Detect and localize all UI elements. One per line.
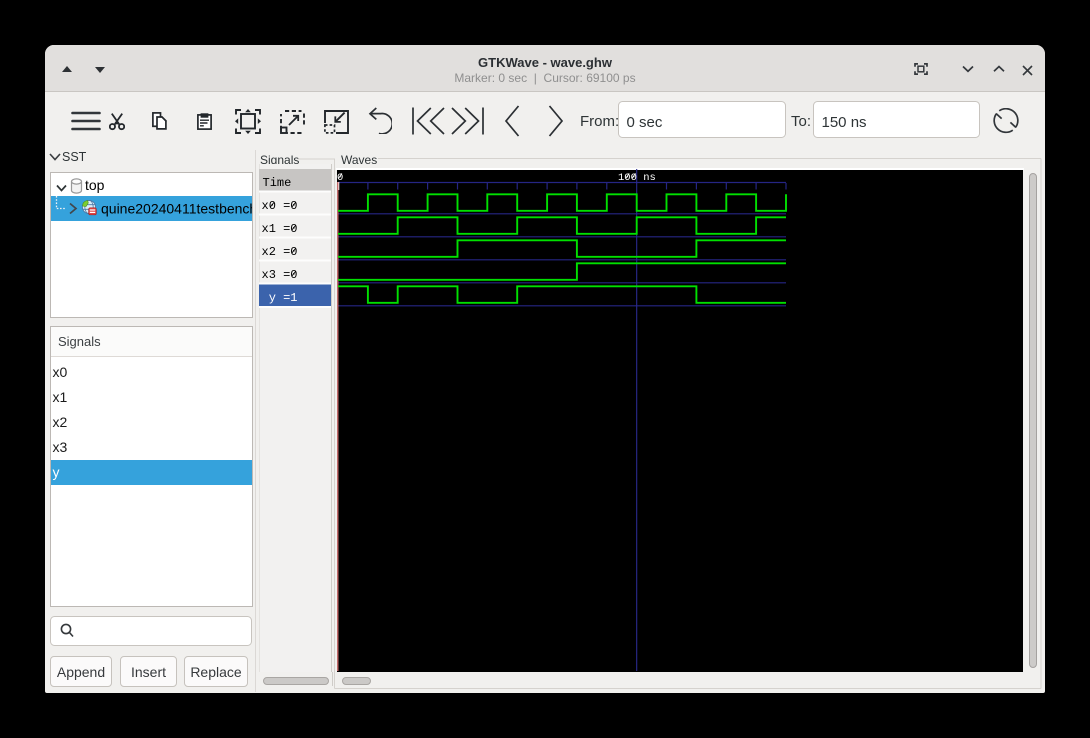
svg-text:y =1: y =1 [269,291,298,305]
svg-text:0: 0 [337,172,343,184]
svg-text:100 ns: 100 ns [618,172,656,184]
svg-text:x0 =0: x0 =0 [262,199,298,213]
svg-text:quine20240411testbench: quine20240411testbench [101,201,252,217]
svg-text:x2 =0: x2 =0 [262,245,298,259]
svg-text:x3 =0: x3 =0 [262,268,298,282]
svg-text:x1 =0: x1 =0 [262,222,298,236]
svg-text:Time: Time [263,176,292,190]
